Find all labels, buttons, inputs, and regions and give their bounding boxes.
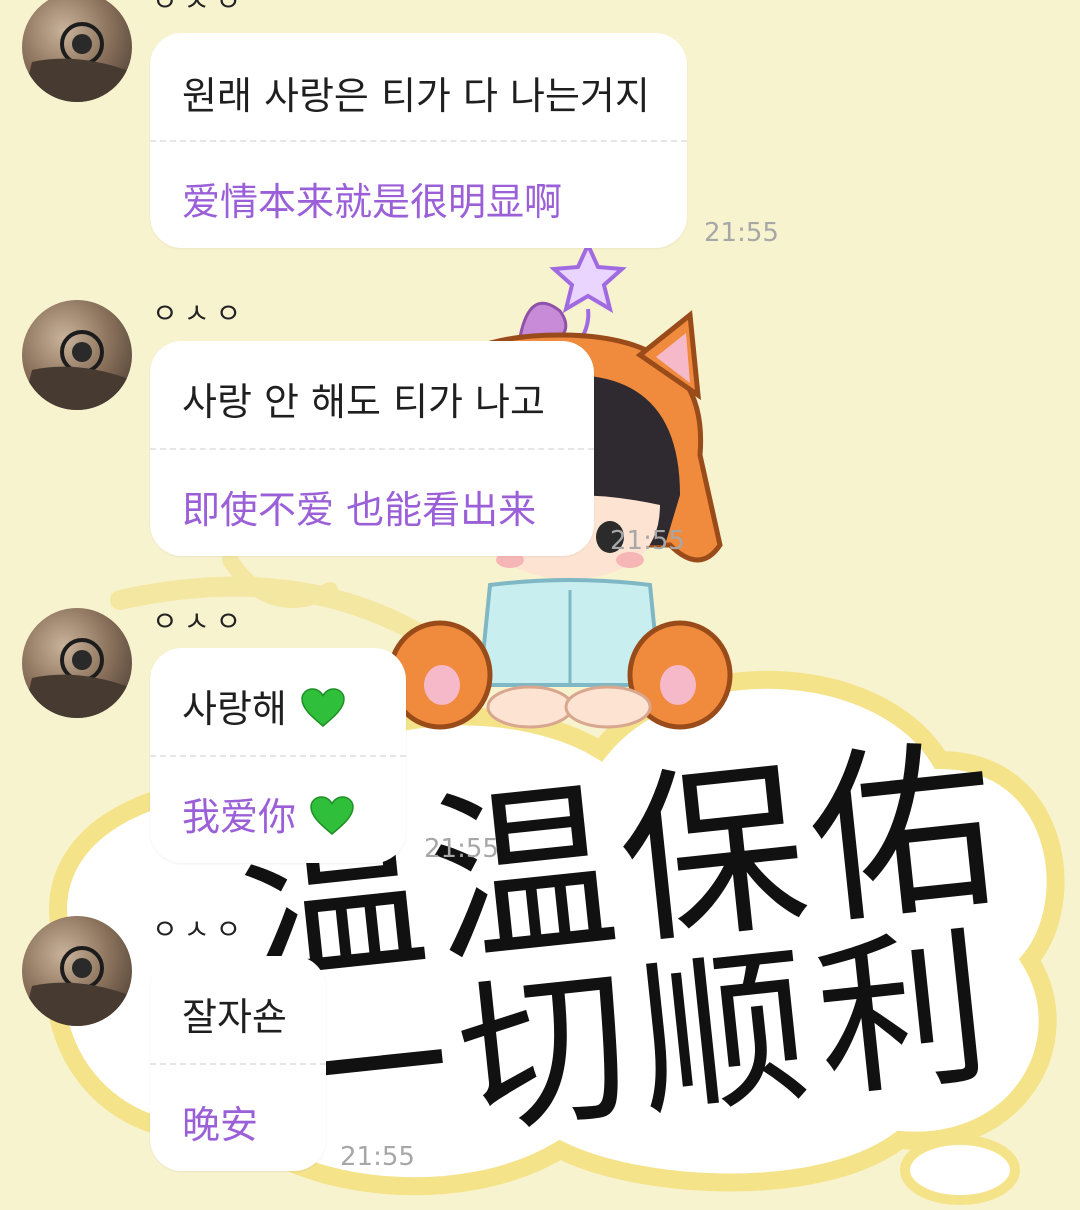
message-text-korean: 사랑 안 해도 티가 나고 [182,380,545,424]
message-text-translation: 爱情本来就是很明显啊 [182,180,563,224]
sender-name: ㅇㅅㅇ [152,913,248,946]
message-text-korean: 원래 사랑은 티가 다 나는거지 [182,74,650,118]
message-timestamp: 21:55 [340,1142,415,1172]
message-text-korean-label: 사랑해 [182,687,287,731]
message-text-korean: 잘자숀 [182,995,287,1039]
chat-area[interactable]: 温温保佑 一切顺利 ㅇㅅㅇ 원래 사랑은 티가 다 나는거지 爱情本来就是很明显… [0,0,1080,1210]
green-heart-icon [310,796,354,835]
message-text-translation: 即使不爱 也能看出来 [182,488,537,532]
message-text-korean: 사랑해 [182,678,345,733]
avatar[interactable] [22,608,132,718]
sender-name: ㅇㅅㅇ [152,297,248,330]
bubble-divider [150,1063,326,1065]
message-timestamp: 21:55 [424,834,499,864]
message-text-translation-label: 我爱你 [182,795,297,839]
bubble-divider [150,755,406,757]
green-heart-icon [301,688,345,727]
sender-name: ㅇㅅㅇ [152,0,248,18]
bubble-divider [150,140,687,142]
message-timestamp: 21:55 [610,526,685,556]
avatar-photo [22,946,132,1026]
message-text-translation: 我爱你 [182,786,354,841]
bubble-divider [150,448,594,450]
avatar-photo [22,330,132,410]
avatar[interactable] [22,916,132,1026]
message-text-translation: 晚安 [182,1103,259,1147]
avatar-photo [22,638,132,718]
message-bubble[interactable]: 원래 사랑은 티가 다 나는거지 爱情本来就是很明显啊 [150,33,687,248]
message-bubble[interactable]: 사랑해 我爱你 [150,648,406,863]
message-bubble[interactable]: 사랑 안 해도 티가 나고 即使不爱 也能看出来 [150,341,594,556]
message-timestamp: 21:55 [704,218,779,248]
avatar[interactable] [22,300,132,410]
message-bubble[interactable]: 잘자숀 晚安 [150,956,326,1171]
sender-name: ㅇㅅㅇ [152,605,248,638]
star-icon [549,245,627,314]
